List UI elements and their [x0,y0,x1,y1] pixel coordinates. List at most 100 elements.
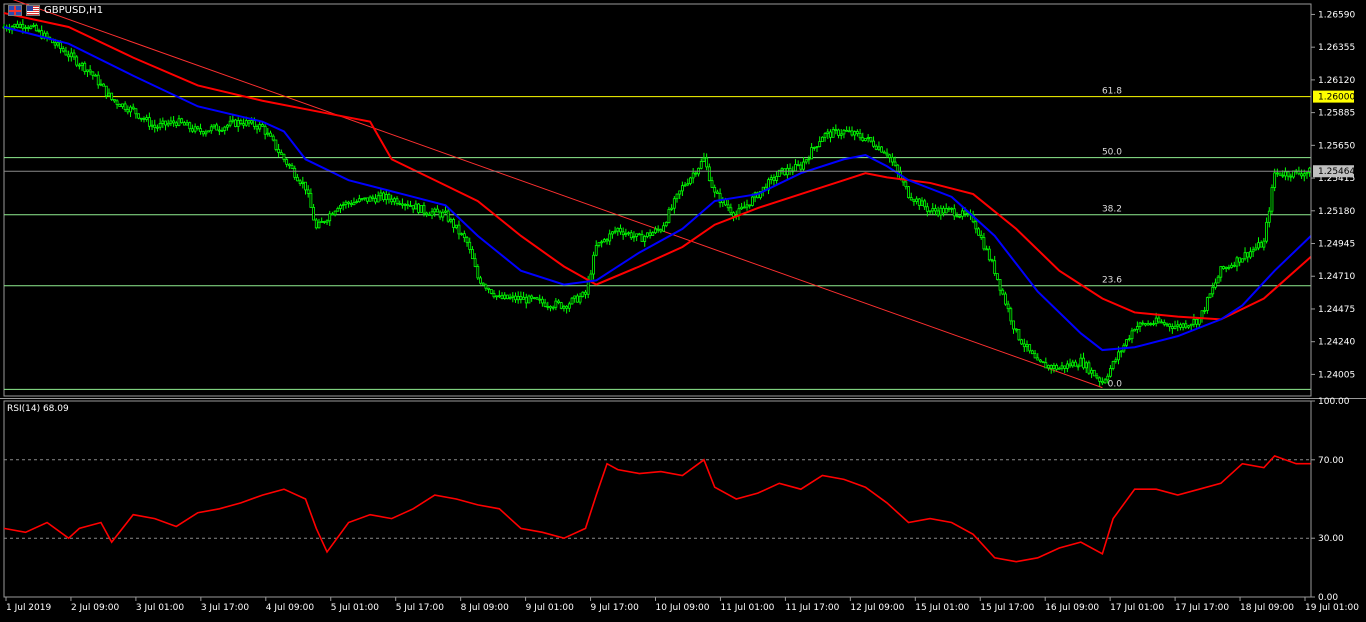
candle-body [215,124,219,131]
time-tick-label: 17 Jul 17:00 [1175,603,1229,613]
candle-body [794,164,797,172]
candle-body [1057,367,1061,370]
candle-body [147,117,151,127]
trading-chart-window[interactable]: 61.8 50.0 38.2 23.6 0.0 1.26590 1.26355 1.2612… [0,0,1366,618]
candle-body [309,193,313,208]
candle-body [678,190,682,195]
chart-canvas[interactable]: 61.8 50.0 38.2 23.6 0.0 1.26590 1.26355 1.2612… [0,0,1366,618]
candle-body [616,227,620,232]
candle-body [1074,361,1077,367]
candle-body [401,203,404,206]
candle-body [166,122,170,126]
candle-body [635,233,639,237]
candle-body [522,296,525,300]
rsi-indicator-label: RSI(14) 68.09 [7,404,69,414]
candle-body [382,192,385,201]
candle-body [473,258,477,267]
candle-body [670,207,674,210]
candle-body [99,83,103,86]
candle-body [691,172,695,179]
price-tick-label: 1.25650 [1318,141,1355,151]
candle-body [1284,171,1287,177]
candle-body [1265,221,1268,242]
candle-body [83,62,87,72]
candle-body [196,126,200,130]
candle-body [414,203,418,210]
candle-body [807,158,811,161]
candle-body [296,176,299,182]
candle-body [729,207,733,214]
candle-body [91,71,95,76]
candle-body [748,204,752,207]
candle-body [325,220,329,223]
price-tick-label: 1.25180 [1318,207,1355,217]
moving-average-fast[interactable] [3,26,1312,352]
candle-body [1278,172,1282,176]
candle-body [1079,357,1083,367]
candle-body [282,153,286,160]
candle-body [1240,258,1244,263]
candle-body [1289,175,1293,178]
candle-body [646,232,649,237]
candle-body [150,124,154,127]
candle-body [1006,303,1010,310]
symbol-timeframe-label: GBPUSD,H1 [44,5,104,16]
candle-body [1146,323,1150,326]
candle-body [1195,318,1198,325]
candle-body [925,206,929,212]
candle-body [1254,247,1258,251]
candle-body [1017,329,1021,341]
candle-body [191,128,194,132]
candle-body [112,99,116,102]
candle-body [885,152,889,156]
candle-body [624,232,628,236]
candle-body [812,146,816,149]
candle-body [438,211,442,218]
candle-body [611,231,614,235]
time-tick-label: 15 Jul 17:00 [980,603,1034,613]
candle-body [293,167,297,178]
candle-body [24,26,27,29]
candle-body [705,157,709,168]
candle-body [1270,187,1274,212]
candle-body [1267,210,1271,223]
trendline[interactable] [4,0,1103,389]
candle-body [1149,323,1153,325]
candle-body [963,210,967,215]
rsi-line[interactable] [3,454,1311,563]
candle-body [1192,318,1196,325]
us-flag-icon [26,5,40,16]
candle-body [347,201,350,204]
candle-body [656,228,660,231]
candle-body [952,208,956,217]
candle-body [605,239,609,242]
candle-body [681,185,684,192]
moving-average-slow[interactable] [3,12,1312,321]
candle-body [129,106,132,113]
candle-body [134,108,138,115]
candle-body [928,210,932,213]
candle-body [1068,363,1072,367]
candle-body [484,284,488,289]
candle-body [713,186,717,193]
candle-body [802,161,805,170]
candle-body [322,221,326,223]
candle-body [231,119,235,122]
candle-body [258,124,262,130]
candle-body [562,305,566,309]
candle-body [489,289,493,294]
candle-body [177,118,181,126]
candle-body [67,54,71,58]
candle-body [1243,252,1247,260]
candle-body [530,295,534,299]
candle-body [944,208,948,214]
candle-body [707,166,711,182]
candle-body [804,159,808,163]
fib-level-label: 0.0 [1108,379,1123,389]
price-tick-label: 1.24475 [1318,305,1355,315]
candle-body [360,198,364,201]
candle-body [357,198,361,202]
candle-body [244,120,248,126]
fib-level-label: 61.8 [1102,87,1122,97]
bid-price-tag-label: 1.25464 [1318,167,1355,177]
